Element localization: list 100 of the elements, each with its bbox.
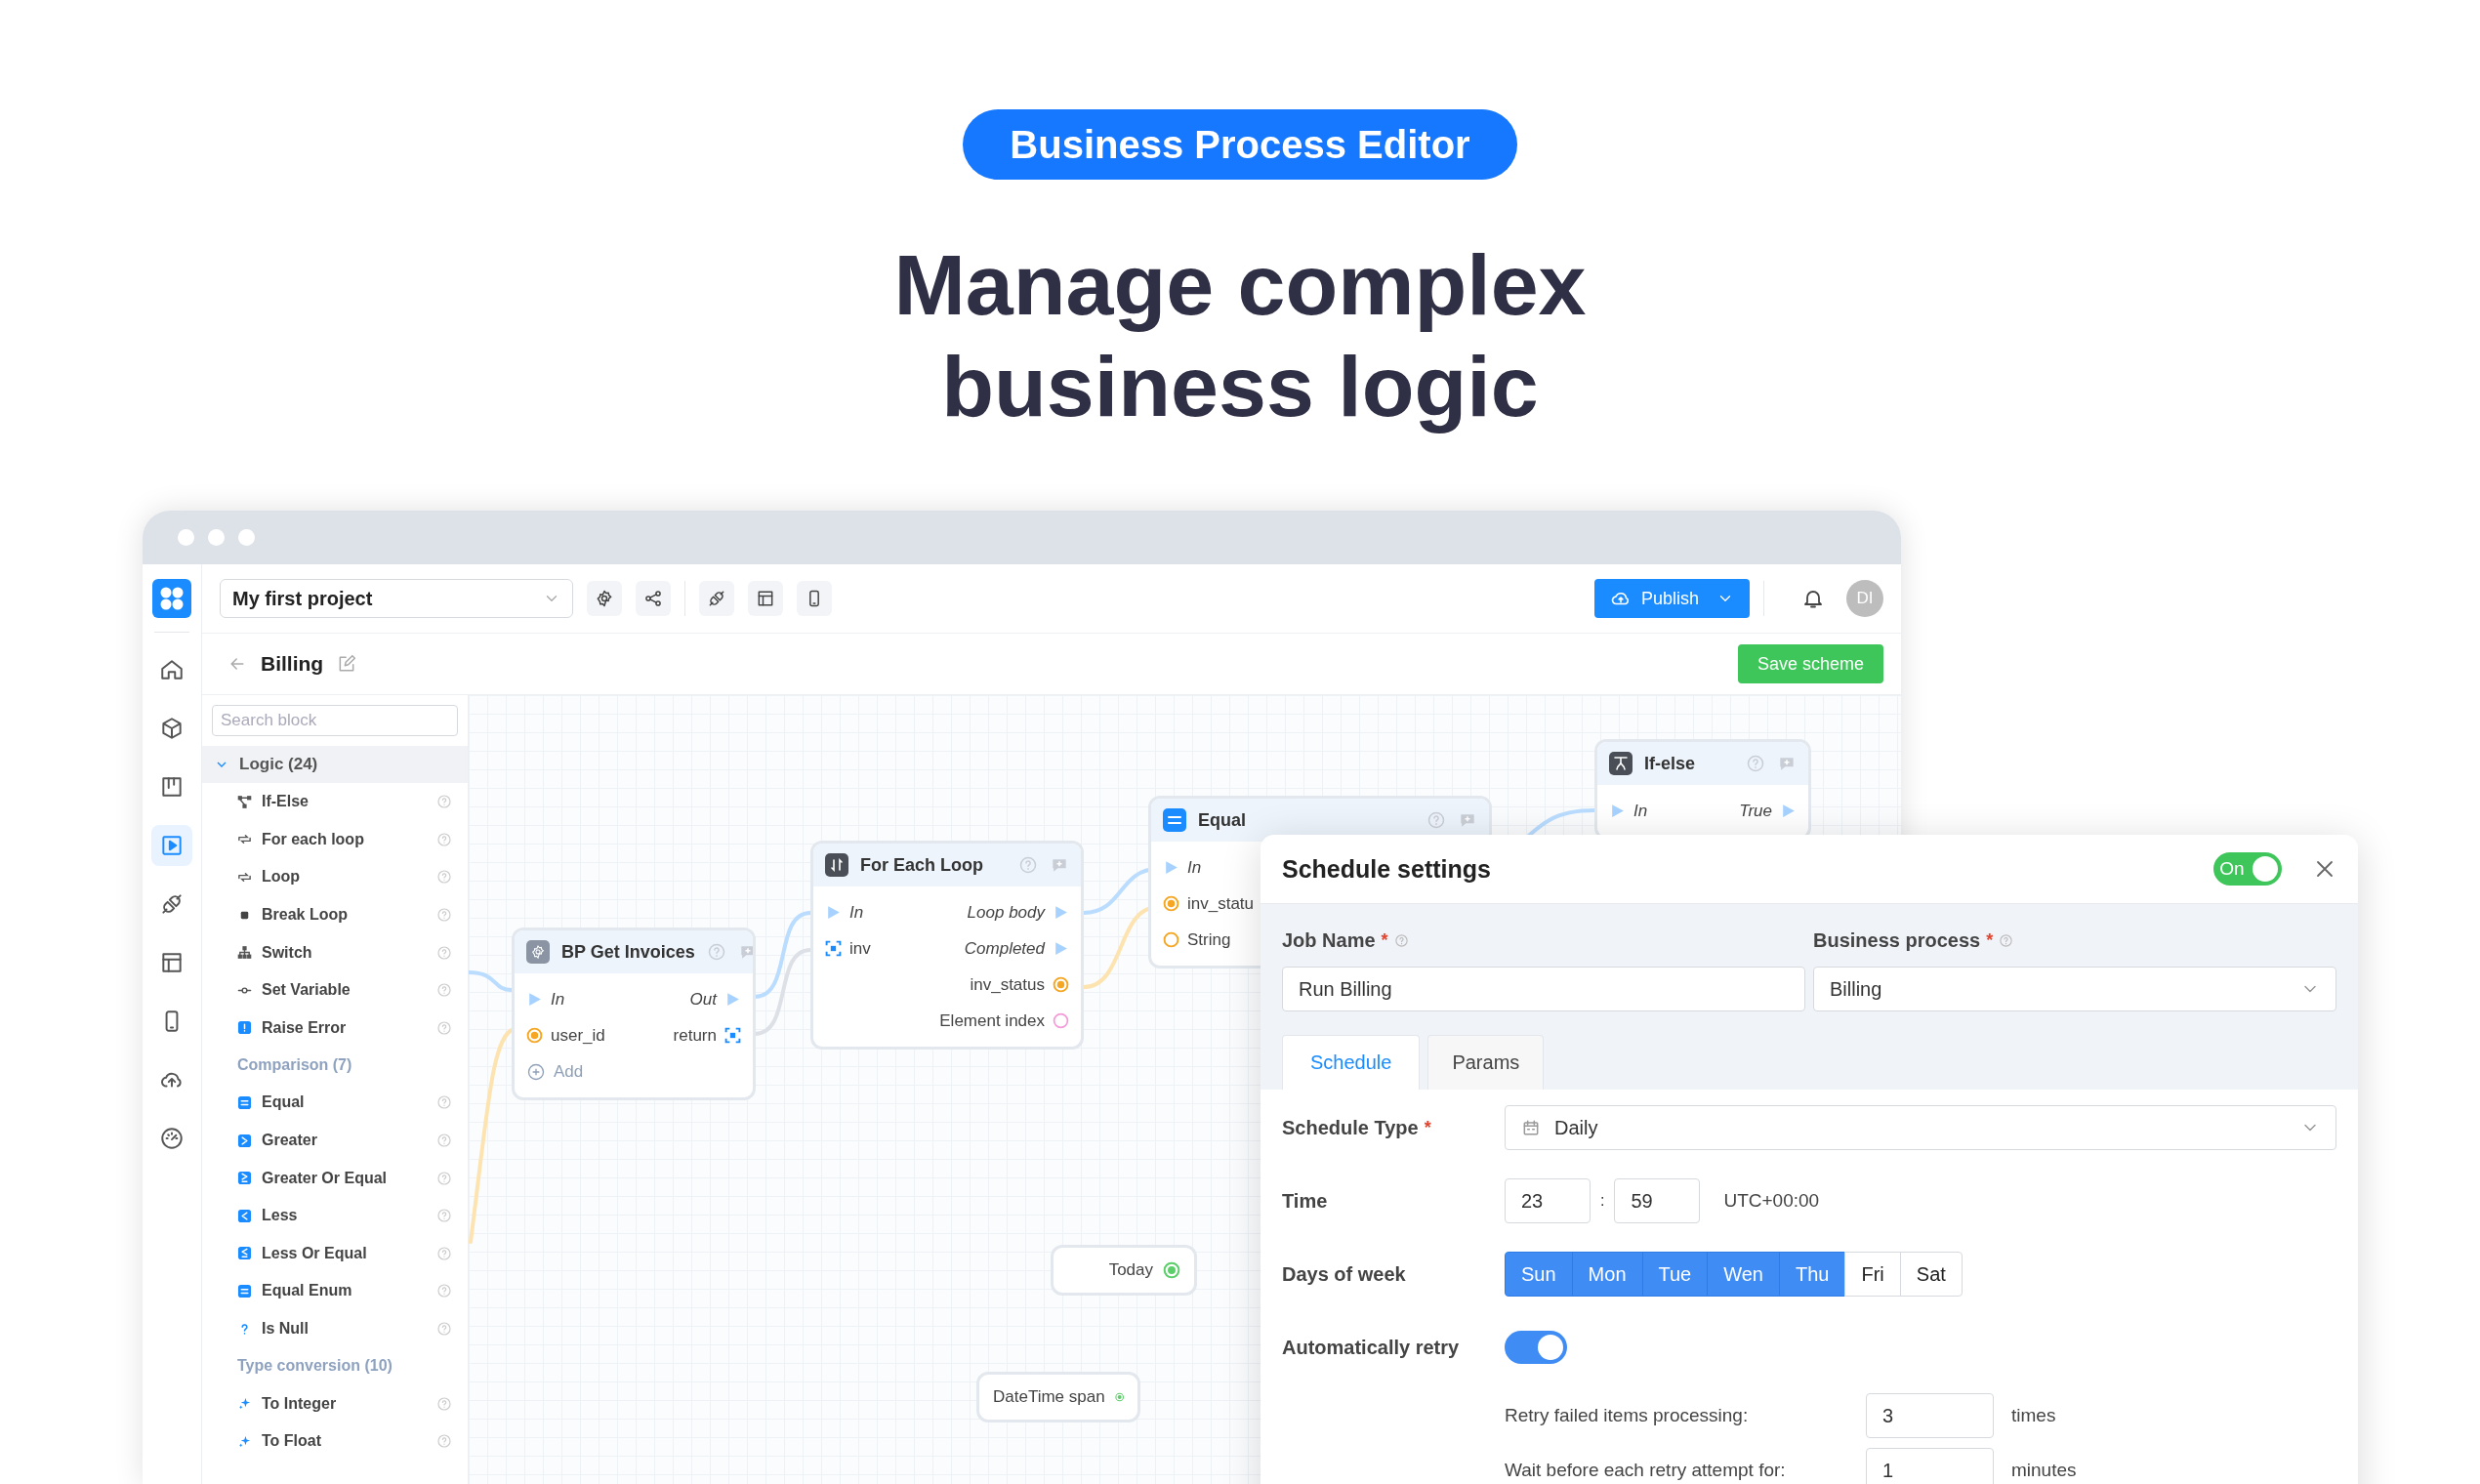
loop-icon — [825, 853, 848, 877]
triangle-icon — [825, 904, 842, 921]
play-button[interactable] — [151, 825, 192, 866]
block-item[interactable]: If-Else — [202, 783, 468, 821]
hours-field[interactable]: 23 — [1505, 1178, 1591, 1223]
node-title: Equal — [1198, 809, 1247, 831]
share-button[interactable] — [636, 581, 671, 616]
port-label: Out — [689, 989, 717, 1010]
block-item[interactable]: Switch — [202, 933, 468, 971]
port-label: inv — [849, 938, 871, 959]
port-label: True — [1739, 801, 1772, 821]
block-item[interactable]: To Float — [202, 1422, 468, 1461]
dialog-title: Schedule settings — [1282, 854, 1492, 884]
block-item[interactable]: For each loop — [202, 820, 468, 859]
block-item[interactable]: Less — [202, 1196, 468, 1235]
window-dot[interactable] — [208, 529, 225, 546]
port-label: Completed — [964, 938, 1045, 959]
port-label: In — [1187, 857, 1202, 878]
sparkle-icon — [237, 1396, 252, 1412]
triangle-icon — [1053, 904, 1069, 921]
phone-button[interactable] — [797, 581, 832, 616]
port-label: Loop body — [967, 902, 1045, 923]
node-title: For Each Loop — [860, 854, 984, 876]
help-icon — [1018, 855, 1038, 875]
day-toggle[interactable]: Sat — [1899, 1252, 1963, 1297]
search-field[interactable]: Search block — [212, 705, 458, 736]
help-icon — [436, 907, 452, 924]
triangle-icon — [1780, 803, 1797, 819]
help-icon — [436, 1170, 452, 1186]
required-mark: * — [1381, 929, 1388, 951]
process-select[interactable]: Billing — [1813, 967, 2336, 1011]
required-mark: * — [1424, 1117, 1431, 1138]
field-label: Wait before each retry attempt for: — [1505, 1460, 1787, 1481]
port-label: inv_statu — [1187, 893, 1255, 914]
layout-icon — [159, 950, 185, 975]
block-item[interactable]: Break Loop — [202, 895, 468, 934]
toggle-switch[interactable] — [1505, 1331, 1567, 1364]
minutes-field[interactable]: 59 — [1614, 1178, 1701, 1223]
port-dot-icon — [1053, 976, 1069, 993]
block-item[interactable]: Greater — [202, 1121, 468, 1160]
help-icon — [436, 831, 452, 847]
plug-icon — [159, 891, 185, 917]
input-field[interactable]: 1 — [1866, 1448, 1994, 1484]
block-item[interactable]: To Integer — [202, 1384, 468, 1422]
project-select[interactable]: My first project — [220, 579, 573, 618]
help-icon — [436, 1019, 452, 1036]
port-label: String — [1187, 929, 1231, 950]
day-toggle[interactable]: Fri — [1844, 1252, 1901, 1297]
block-item[interactable]: Loop — [202, 858, 468, 896]
unit-label: times — [2011, 1405, 2057, 1426]
block-item[interactable]: Less Or Equal — [202, 1234, 468, 1273]
section-heading: Type conversion (10) — [236, 1356, 393, 1377]
field-label: Business process — [1813, 928, 1981, 952]
block-item[interactable]: Raise Error — [202, 1009, 468, 1048]
field-label: Time — [1282, 1189, 1328, 1213]
list-port-icon — [825, 940, 842, 957]
logo-icon[interactable] — [152, 579, 191, 618]
block-item[interactable]: Set Variable — [202, 970, 468, 1010]
play-icon — [159, 833, 185, 858]
tab[interactable]: Params — [1427, 1035, 1545, 1090]
settings-button[interactable] — [587, 581, 622, 616]
required-mark: * — [1986, 929, 1994, 951]
help-icon — [436, 1245, 452, 1261]
block-item[interactable]: Greater Or Equal — [202, 1159, 468, 1197]
layout-button[interactable] — [748, 581, 783, 616]
help-icon — [436, 982, 452, 999]
help-icon — [436, 1208, 452, 1224]
schedule-type-select[interactable]: Daily — [1505, 1105, 2336, 1150]
block-item[interactable]: Equal Enum — [202, 1272, 468, 1310]
block-item[interactable]: Equal — [202, 1084, 468, 1122]
triangle-icon — [724, 991, 741, 1008]
window-dot[interactable] — [238, 529, 255, 546]
field-label: Schedule Type — [1282, 1116, 1419, 1139]
list-port-icon — [724, 1027, 741, 1044]
port-label: In — [1633, 801, 1648, 821]
compare-icon — [237, 1133, 252, 1148]
help-icon — [436, 944, 452, 961]
help-icon — [436, 869, 452, 886]
cube-icon — [159, 716, 185, 741]
timezone-label: UTC+00:00 — [1723, 1190, 1820, 1212]
help-icon — [436, 794, 452, 810]
compare-icon — [237, 1208, 252, 1223]
help-icon — [1426, 810, 1446, 830]
connector-line — [469, 970, 514, 992]
block-item[interactable]: Is Null — [202, 1309, 468, 1348]
page-title: Billing — [261, 652, 324, 676]
port-label: In — [551, 989, 565, 1010]
field-label: Retry failed items processing: — [1505, 1405, 1750, 1426]
node-title: If-else — [1644, 753, 1697, 774]
layout-icon — [756, 589, 775, 608]
help-icon — [436, 1094, 452, 1111]
plug-button[interactable] — [699, 581, 734, 616]
help-icon — [436, 1283, 452, 1299]
node-title: BP Get Invoices — [561, 941, 695, 963]
window-dot[interactable] — [178, 529, 194, 546]
error-icon — [237, 1020, 252, 1036]
category-header[interactable]: Logic (24) — [202, 746, 468, 783]
input-field[interactable]: Run Billing — [1282, 967, 1805, 1011]
equals-icon — [1163, 808, 1186, 832]
input-field[interactable]: 3 — [1866, 1393, 1994, 1438]
